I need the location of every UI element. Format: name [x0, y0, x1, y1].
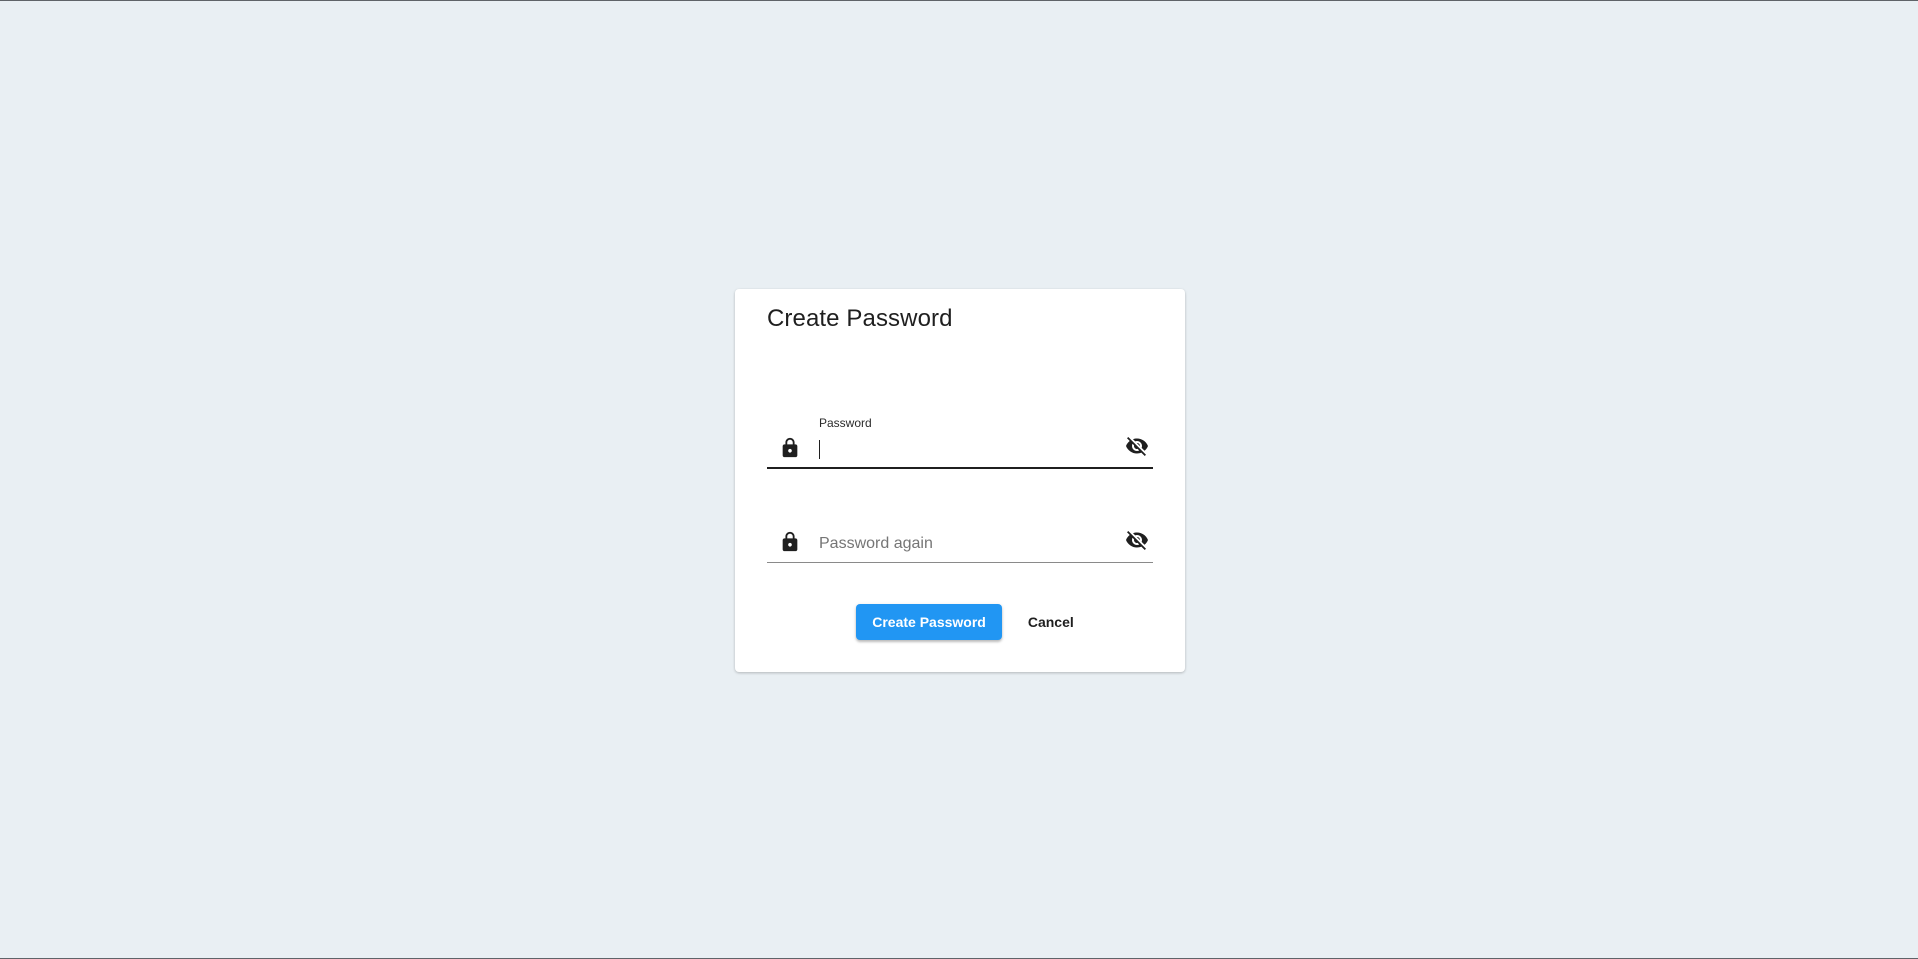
lock-icon [779, 436, 801, 460]
cancel-button[interactable]: Cancel [1014, 604, 1088, 640]
dialog-actions: Create Password Cancel [735, 604, 1185, 640]
password-again-field[interactable] [767, 503, 1153, 563]
password-again-underline [767, 562, 1153, 563]
text-caret [819, 440, 820, 459]
password-underline [767, 467, 1153, 469]
page: { "dialog": { "title": "Create Password"… [0, 0, 1918, 959]
password-field[interactable]: Password [767, 409, 1153, 469]
dialog-title: Create Password [767, 305, 953, 332]
password-label: Password [819, 416, 872, 430]
lock-icon [779, 530, 801, 554]
create-password-button[interactable]: Create Password [856, 604, 1002, 640]
password-input[interactable] [819, 437, 1113, 463]
create-password-dialog: Create Password Password Create Password… [735, 289, 1185, 672]
eye-off-icon[interactable] [1125, 434, 1149, 458]
eye-off-icon[interactable] [1125, 528, 1149, 552]
password-again-input[interactable] [819, 531, 1113, 557]
